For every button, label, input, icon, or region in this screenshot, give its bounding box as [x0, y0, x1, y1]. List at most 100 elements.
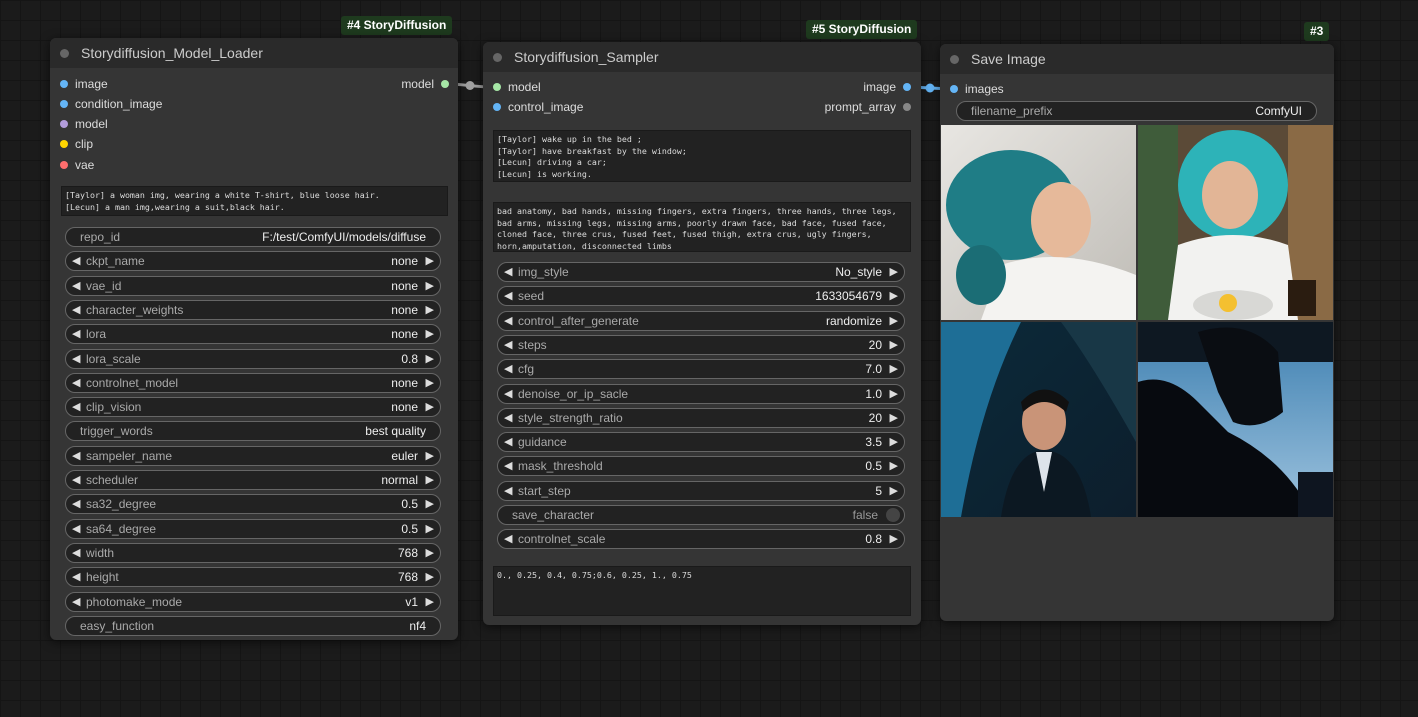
increment-arrow-icon[interactable]: ▶ [426, 447, 434, 465]
ckpt-name-widget[interactable]: ◀ ▶ ckpt_name none [65, 251, 441, 272]
vae-socket-icon[interactable] [60, 161, 68, 169]
model-loader-title-bar[interactable]: Storydiffusion_Model_Loader [50, 38, 458, 68]
steps-widget[interactable]: ◀ ▶ steps 20 [497, 334, 905, 355]
start-step-widget[interactable]: ◀ ▶ start_step 5 [497, 480, 905, 501]
save-image-node[interactable]: Save Image images filename_prefix ComfyU… [940, 44, 1334, 621]
increment-arrow-icon[interactable]: ▶ [890, 360, 898, 378]
controlnet-regions-textarea[interactable]: 0., 0.25, 0.4, 0.75;0.6, 0.25, 1., 0.75 [493, 566, 911, 616]
guidance-widget[interactable]: ◀ ▶ guidance 3.5 [497, 432, 905, 453]
increment-arrow-icon[interactable]: ▶ [890, 336, 898, 354]
increment-arrow-icon[interactable]: ▶ [426, 544, 434, 562]
clip-vision-widget[interactable]: ◀ ▶ clip_vision none [65, 397, 441, 418]
character-weights-widget[interactable]: ◀ ▶ character_weights none [65, 299, 441, 320]
output-image-1[interactable] [941, 125, 1136, 320]
control-image-socket-icon[interactable] [493, 103, 501, 111]
scheduler-widget[interactable]: ◀ ▶ scheduler normal [65, 470, 441, 490]
increment-arrow-icon[interactable]: ▶ [890, 312, 898, 330]
filename-prefix-widget[interactable]: filename_prefix ComfyUI [956, 101, 1317, 121]
condition-image-socket-icon[interactable] [60, 100, 68, 108]
height-widget[interactable]: ◀ ▶ height 768 [65, 567, 441, 588]
input-condition-image-slot[interactable]: condition_image [55, 94, 162, 114]
decrement-arrow-icon[interactable]: ◀ [72, 350, 80, 368]
easy-function-widget[interactable]: easy_function nf4 [65, 615, 441, 636]
decrement-arrow-icon[interactable]: ◀ [504, 287, 512, 305]
image-output-socket-icon[interactable] [903, 83, 911, 91]
lora-widget[interactable]: ◀ ▶ lora none [65, 324, 441, 345]
decrement-arrow-icon[interactable]: ◀ [72, 277, 80, 295]
sampeler-name-widget[interactable]: ◀ ▶ sampeler_name euler [65, 445, 441, 466]
output-image-3[interactable] [941, 322, 1136, 517]
increment-arrow-icon[interactable]: ▶ [426, 495, 434, 513]
sampler-title-bar[interactable]: Storydiffusion_Sampler [483, 42, 921, 72]
decrement-arrow-icon[interactable]: ◀ [72, 520, 80, 538]
mask-threshold-widget[interactable]: ◀ ▶ mask_threshold 0.5 [497, 456, 905, 477]
decrement-arrow-icon[interactable]: ◀ [504, 336, 512, 354]
repo-id-widget[interactable]: repo_id F:/test/ComfyUI/models/diffuse [65, 227, 441, 247]
decrement-arrow-icon[interactable]: ◀ [504, 360, 512, 378]
sa64-degree-widget[interactable]: ◀ ▶ sa64_degree 0.5 [65, 518, 441, 539]
model-socket-icon[interactable] [60, 120, 68, 128]
output-image-4[interactable] [1138, 322, 1333, 517]
decrement-arrow-icon[interactable]: ◀ [72, 398, 80, 416]
output-image-grid[interactable] [941, 125, 1333, 517]
decrement-arrow-icon[interactable]: ◀ [72, 495, 80, 513]
prompt-array-socket-icon[interactable] [903, 103, 911, 111]
decrement-arrow-icon[interactable]: ◀ [504, 530, 512, 548]
character-prompt-textarea[interactable]: [Taylor] a woman img, wearing a white T-… [61, 186, 448, 216]
increment-arrow-icon[interactable]: ▶ [890, 482, 898, 500]
decrement-arrow-icon[interactable]: ◀ [72, 568, 80, 586]
increment-arrow-icon[interactable]: ▶ [426, 398, 434, 416]
input-model-slot[interactable]: model [55, 114, 108, 134]
decrement-arrow-icon[interactable]: ◀ [72, 301, 80, 319]
increment-arrow-icon[interactable]: ▶ [890, 409, 898, 427]
decrement-arrow-icon[interactable]: ◀ [72, 374, 80, 392]
increment-arrow-icon[interactable]: ▶ [426, 471, 434, 489]
controlnet-model-widget[interactable]: ◀ ▶ controlnet_model none [65, 372, 441, 393]
increment-arrow-icon[interactable]: ▶ [890, 433, 898, 451]
save-character-widget[interactable]: save_character false [497, 505, 905, 525]
output-model-slot[interactable]: model [401, 74, 454, 94]
increment-arrow-icon[interactable]: ▶ [426, 350, 434, 368]
cfg-widget[interactable]: ◀ ▶ cfg 7.0 [497, 359, 905, 380]
decrement-arrow-icon[interactable]: ◀ [72, 252, 80, 270]
increment-arrow-icon[interactable]: ▶ [890, 385, 898, 403]
increment-arrow-icon[interactable]: ▶ [426, 325, 434, 343]
photomake-mode-widget[interactable]: ◀ ▶ photomake_mode v1 [65, 591, 441, 612]
decrement-arrow-icon[interactable]: ◀ [504, 409, 512, 427]
increment-arrow-icon[interactable]: ▶ [426, 520, 434, 538]
decrement-arrow-icon[interactable]: ◀ [72, 447, 80, 465]
trigger-words-widget[interactable]: trigger_words best quality [65, 421, 441, 442]
increment-arrow-icon[interactable]: ▶ [890, 263, 898, 281]
toggle-knob-icon[interactable] [886, 508, 900, 522]
style-strength-ratio-widget[interactable]: ◀ ▶ style_strength_ratio 20 [497, 407, 905, 428]
seed-widget[interactable]: ◀ ▶ seed 1633054679 [497, 286, 905, 307]
control-after-generate-widget[interactable]: ◀ ▶ control_after_generate randomize [497, 310, 905, 331]
collapse-dot-icon[interactable] [493, 52, 502, 62]
output-image-slot[interactable]: image [863, 77, 916, 97]
negative-prompt-textarea[interactable]: bad anatomy, bad hands, missing fingers,… [493, 202, 911, 252]
decrement-arrow-icon[interactable]: ◀ [72, 544, 80, 562]
increment-arrow-icon[interactable]: ▶ [426, 277, 434, 295]
collapse-dot-icon[interactable] [60, 48, 69, 58]
images-socket-icon[interactable] [950, 85, 958, 93]
decrement-arrow-icon[interactable]: ◀ [72, 325, 80, 343]
clip-socket-icon[interactable] [60, 140, 68, 148]
decrement-arrow-icon[interactable]: ◀ [504, 263, 512, 281]
scene-prompt-textarea[interactable]: [Taylor] wake up in the bed ; [Taylor] h… [493, 130, 911, 182]
model-loader-node[interactable]: Storydiffusion_Model_Loader image condit… [50, 38, 458, 640]
input-control-image-slot[interactable]: control_image [488, 97, 583, 117]
decrement-arrow-icon[interactable]: ◀ [504, 433, 512, 451]
increment-arrow-icon[interactable]: ▶ [426, 568, 434, 586]
lora-scale-widget[interactable]: ◀ ▶ lora_scale 0.8 [65, 348, 441, 369]
denoise-or-ip-sacle-widget[interactable]: ◀ ▶ denoise_or_ip_sacle 1.0 [497, 383, 905, 404]
save-image-title-bar[interactable]: Save Image [940, 44, 1334, 74]
decrement-arrow-icon[interactable]: ◀ [504, 385, 512, 403]
input-images-slot[interactable]: images [945, 79, 1004, 99]
sampler-node[interactable]: Storydiffusion_Sampler model control_ima… [483, 42, 921, 625]
input-model-slot[interactable]: model [488, 77, 541, 97]
width-widget[interactable]: ◀ ▶ width 768 [65, 542, 441, 563]
decrement-arrow-icon[interactable]: ◀ [72, 593, 80, 611]
decrement-arrow-icon[interactable]: ◀ [504, 457, 512, 475]
img-style-widget[interactable]: ◀ ▶ img_style No_style [497, 262, 905, 282]
input-image-slot[interactable]: image [55, 74, 108, 94]
